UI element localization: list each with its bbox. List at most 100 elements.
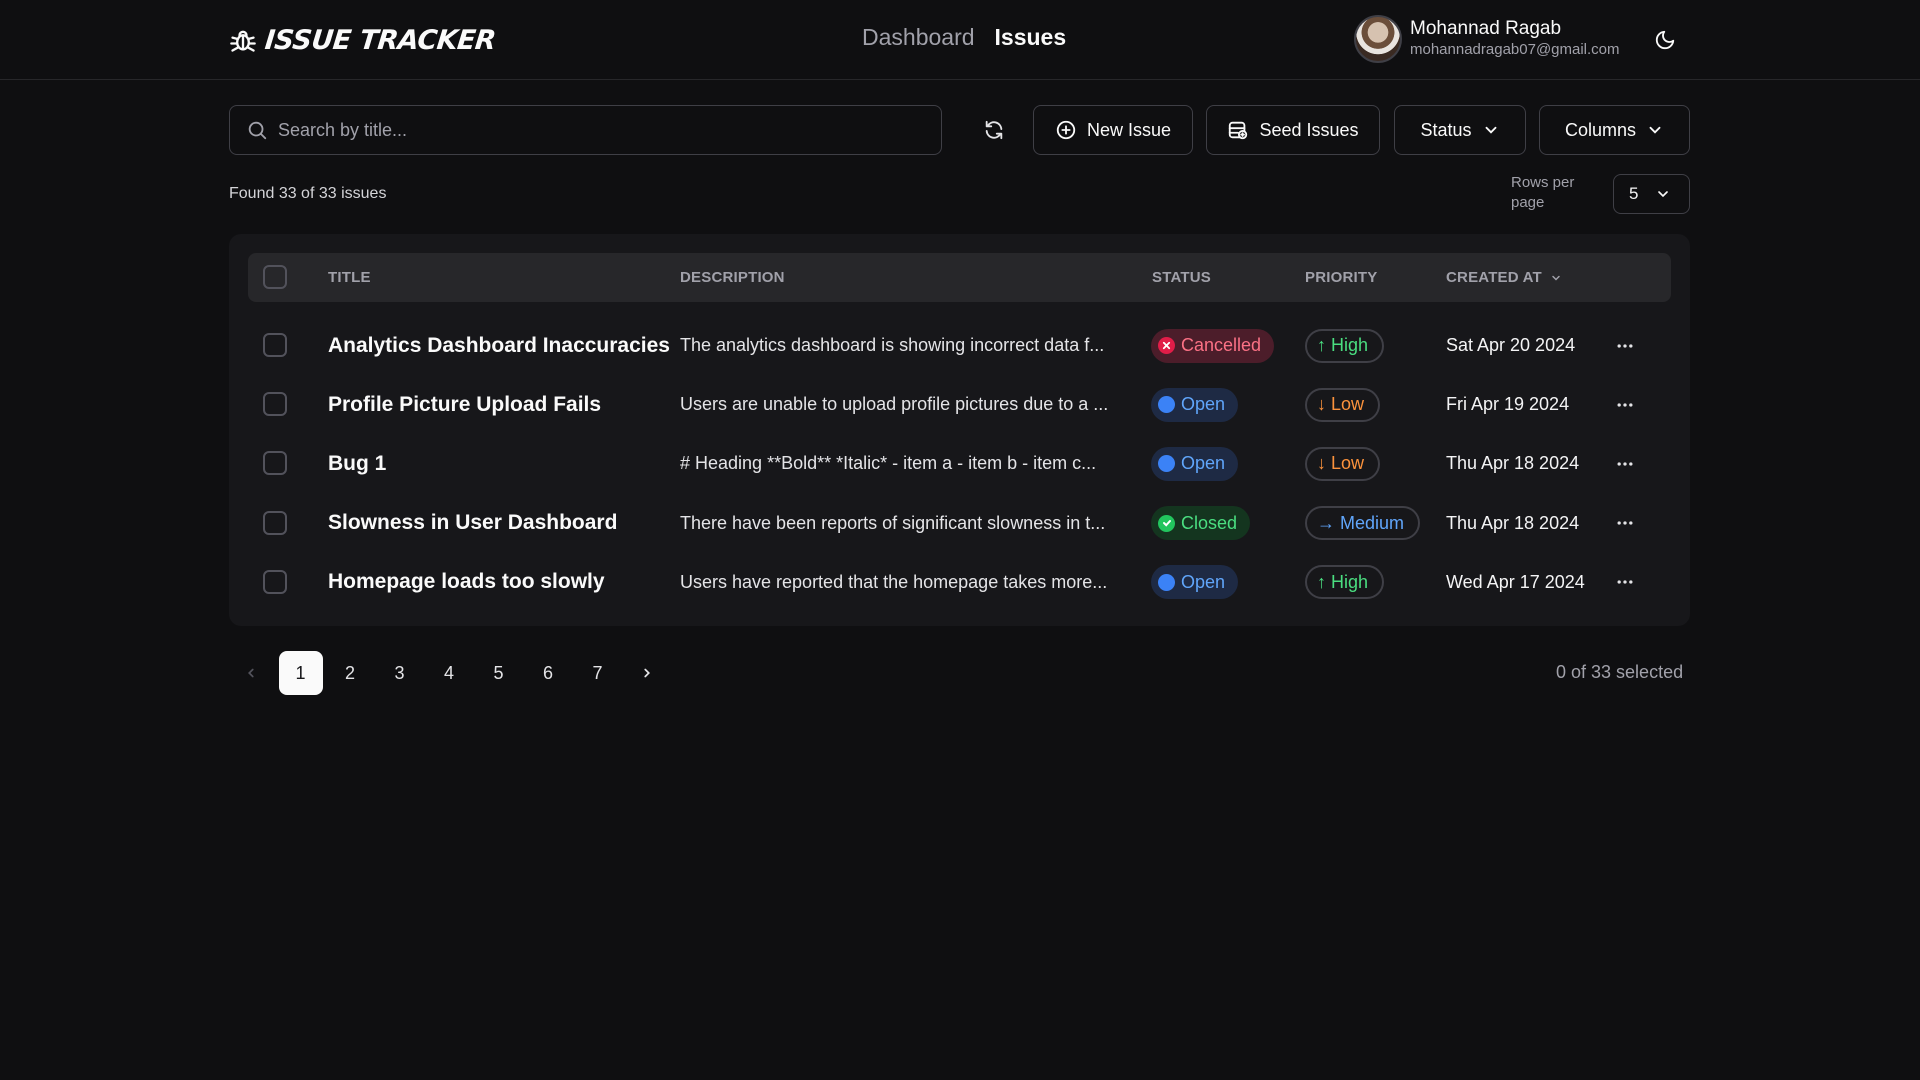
rows-per-page-value: 5 (1629, 184, 1639, 203)
priority-badge: → Medium (1305, 506, 1421, 541)
page-button[interactable]: 1 (278, 651, 323, 695)
more-horizontal-icon (1617, 580, 1633, 584)
issue-description: Users are unable to upload profile pictu… (680, 394, 1109, 415)
table-row[interactable]: Bug 1 # Heading **Bold** *Italic* - item… (248, 434, 1671, 493)
refresh-button[interactable] (979, 115, 1009, 145)
chevron-down-icon (1658, 191, 1668, 198)
status-label: Open (1181, 453, 1226, 474)
priority-badge: ↓ Low (1305, 446, 1381, 481)
more-horizontal-icon (1617, 403, 1633, 407)
chevron-left-icon (248, 668, 254, 678)
columns-button[interactable]: Columns (1539, 105, 1690, 155)
search-input[interactable] (278, 119, 918, 141)
user-email: mohannadragab07@gmail.com (1410, 41, 1620, 58)
page-button[interactable]: 3 (378, 651, 422, 695)
row-actions-button[interactable] (1615, 553, 1635, 612)
table-header: TITLE DESCRIPTION STATUS PRIORITY CREATE… (248, 253, 1671, 302)
row-actions-button[interactable] (1615, 375, 1635, 434)
circle-icon (1158, 396, 1175, 414)
user-name: Mohannad Ragab (1410, 18, 1562, 39)
status-badge: Open (1151, 387, 1239, 422)
check-circle-icon (1158, 514, 1175, 532)
more-horizontal-icon (1617, 521, 1633, 525)
issue-title[interactable]: Homepage loads too slowly (328, 553, 605, 612)
user-profile[interactable]: Mohannad Ragab mohannadragab07@gmail.com (1354, 15, 1620, 63)
x-circle-icon (1158, 337, 1175, 354)
status-badge: Closed (1151, 506, 1251, 541)
table-row[interactable]: Profile Picture Upload Fails Users are u… (248, 375, 1671, 434)
priority-label: Medium (1340, 512, 1405, 533)
status-badge: Open (1151, 446, 1239, 481)
table-row[interactable]: Slowness in User Dashboard There have be… (248, 494, 1671, 553)
chevron-right-icon (644, 668, 650, 678)
next-page-button[interactable] (625, 651, 669, 695)
arrow-down-icon: ↓ (1317, 394, 1326, 415)
avatar[interactable] (1354, 15, 1402, 63)
status-label: Open (1181, 571, 1226, 592)
more-horizontal-icon (1617, 462, 1633, 466)
select-all-checkbox[interactable] (263, 265, 287, 289)
header-created-at-label: CREATED AT (1446, 269, 1542, 286)
priority-badge: ↑ High (1305, 565, 1385, 600)
seed-issues-button[interactable]: Seed Issues (1206, 105, 1380, 155)
table-row[interactable]: Analytics Dashboard Inaccuracies The ana… (248, 316, 1671, 375)
rows-per-page-select[interactable]: 5 (1613, 174, 1690, 214)
status-label: Open (1181, 394, 1226, 415)
row-checkbox[interactable] (263, 451, 287, 476)
chevron-down-icon (1649, 126, 1661, 134)
status-filter-button[interactable]: Status (1394, 105, 1526, 155)
issue-title[interactable]: Bug 1 (328, 434, 386, 493)
issues-table: TITLE DESCRIPTION STATUS PRIORITY CREATE… (229, 234, 1690, 626)
issue-title[interactable]: Profile Picture Upload Fails (328, 375, 601, 434)
app-logo[interactable]: ISSUE TRACKER (229, 20, 498, 60)
arrow-right-icon: → (1317, 512, 1335, 533)
plus-circle-icon (1056, 120, 1076, 140)
arrow-down-icon: ↓ (1317, 453, 1326, 474)
row-checkbox[interactable] (263, 569, 287, 594)
issue-title[interactable]: Analytics Dashboard Inaccuracies (328, 316, 670, 375)
nav-issues[interactable]: Issues (995, 24, 1067, 51)
issue-title[interactable]: Slowness in User Dashboard (328, 494, 617, 553)
header-title[interactable]: TITLE (328, 269, 371, 286)
page-button[interactable]: 7 (576, 651, 620, 695)
row-actions-button[interactable] (1615, 316, 1635, 375)
database-icon (1229, 121, 1248, 140)
new-issue-label: New Issue (1086, 119, 1172, 140)
search-icon (248, 121, 267, 140)
table-row[interactable]: Homepage loads too slowly Users have rep… (248, 553, 1671, 612)
page-button[interactable]: 6 (526, 651, 570, 695)
status-badge: Cancelled (1151, 328, 1275, 363)
issue-created-at: Thu Apr 18 2024 (1446, 512, 1580, 533)
sort-desc-icon (1552, 275, 1560, 281)
nav-dashboard[interactable]: Dashboard (862, 24, 975, 51)
status-badge: Open (1151, 565, 1239, 600)
header-status[interactable]: STATUS (1152, 269, 1211, 286)
priority-label: High (1331, 335, 1369, 355)
row-checkbox[interactable] (263, 333, 287, 357)
issue-description: The analytics dashboard is showing incor… (680, 335, 1105, 355)
theme-toggle-button[interactable] (1651, 26, 1679, 54)
page-button[interactable]: 5 (477, 651, 521, 695)
header-priority[interactable]: PRIORITY (1305, 269, 1377, 286)
priority-badge: ↑ High (1305, 328, 1385, 363)
page-button[interactable]: 2 (328, 651, 372, 695)
header-description[interactable]: DESCRIPTION (680, 269, 785, 286)
prev-page-button[interactable] (229, 651, 273, 695)
logo-text: ISSUE TRACKER (263, 24, 498, 56)
priority-label: High (1331, 571, 1369, 592)
issue-description: There have been reports of significant s… (680, 512, 1106, 533)
pagination: 1234567 (229, 651, 675, 695)
row-actions-button[interactable] (1615, 494, 1635, 553)
app-header: ISSUE TRACKER Dashboard Issues Mohannad … (0, 0, 1920, 80)
row-actions-button[interactable] (1615, 434, 1635, 493)
row-checkbox[interactable] (263, 510, 287, 535)
row-checkbox[interactable] (263, 392, 287, 417)
status-label: Cancelled (1181, 335, 1262, 355)
page-button[interactable]: 4 (427, 651, 471, 695)
bug-icon (230, 30, 256, 52)
circle-icon (1158, 573, 1175, 591)
new-issue-button[interactable]: New Issue (1033, 105, 1193, 155)
results-count: Found 33 of 33 issues (229, 185, 387, 202)
issue-created-at: Thu Apr 18 2024 (1446, 453, 1580, 474)
header-created-at[interactable]: CREATED AT (1446, 269, 1562, 286)
